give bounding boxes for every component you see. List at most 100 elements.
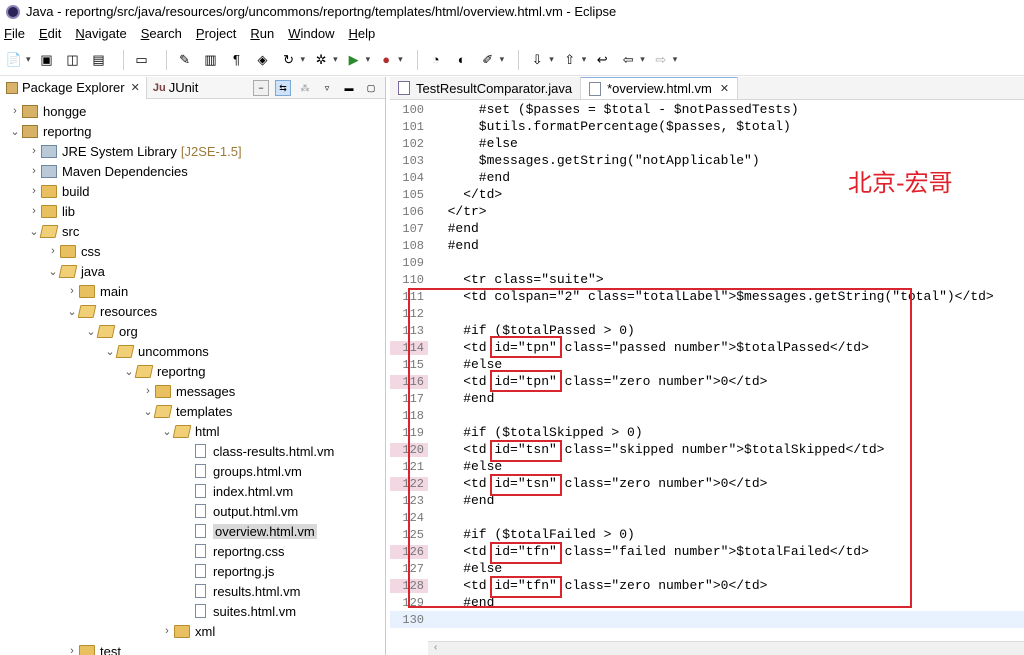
console-icon[interactable]: ▭ xyxy=(132,50,152,70)
tree-item[interactable]: output.html.vm xyxy=(0,501,385,521)
link-with-editor-icon[interactable]: ⇆ xyxy=(275,80,291,96)
tree-item[interactable]: ⌄ uncommons xyxy=(0,341,385,361)
tree-item[interactable]: ⌄ reportng xyxy=(0,361,385,381)
tree-item[interactable]: › test xyxy=(0,641,385,655)
tab-junit[interactable]: Ju JUnit xyxy=(147,77,204,99)
dropdown-icon[interactable]: ▾ xyxy=(398,54,403,65)
view-menu-icon[interactable]: ▿ xyxy=(319,80,335,96)
dropdown-icon[interactable]: ▾ xyxy=(673,54,678,65)
save-icon[interactable]: ▣ xyxy=(37,50,57,70)
dropdown-icon[interactable]: ▾ xyxy=(549,54,554,65)
dropdown-icon[interactable]: ▾ xyxy=(301,54,306,65)
tree-item[interactable]: ⌄ src xyxy=(0,221,385,241)
tree-item[interactable]: › Maven Dependencies xyxy=(0,161,385,181)
tree-item[interactable]: ⌄ org xyxy=(0,321,385,341)
print-icon[interactable]: ▤ xyxy=(89,50,109,70)
toggle-mark-icon[interactable]: ▥ xyxy=(201,50,221,70)
tree-item[interactable]: › messages xyxy=(0,381,385,401)
toggle-block-icon[interactable]: ◈ xyxy=(253,50,273,70)
refresh-icon[interactable]: ↻ xyxy=(279,50,299,70)
collapsed-icon[interactable]: › xyxy=(160,625,174,637)
run-icon[interactable]: ▶ xyxy=(344,50,364,70)
tree-item[interactable]: overview.html.vm xyxy=(0,521,385,541)
tree-item[interactable]: ⌄ html xyxy=(0,421,385,441)
collapse-all-icon[interactable]: − xyxy=(253,80,269,96)
horizontal-scrollbar[interactable]: ‹ xyxy=(428,641,1024,655)
tree-item[interactable]: › hongge xyxy=(0,101,385,121)
collapsed-icon[interactable]: › xyxy=(65,285,79,297)
prev-annotation-icon[interactable]: ⇧ xyxy=(560,50,580,70)
tab-overview-html-vm[interactable]: *overview.html.vm ✕ xyxy=(581,77,739,99)
back-icon[interactable]: ⇦ xyxy=(618,50,638,70)
minimize-icon[interactable]: ▬ xyxy=(341,80,357,96)
collapsed-icon[interactable]: › xyxy=(27,205,41,217)
expanded-icon[interactable]: ⌄ xyxy=(84,325,98,338)
last-edit-icon[interactable]: ↩ xyxy=(592,50,612,70)
tree-item[interactable]: reportng.js xyxy=(0,561,385,581)
expanded-icon[interactable]: ⌄ xyxy=(122,365,136,378)
tree-item[interactable]: › main xyxy=(0,281,385,301)
dropdown-icon[interactable]: ▾ xyxy=(366,54,371,65)
menu-run[interactable]: Run xyxy=(250,26,274,41)
expanded-icon[interactable]: ⌄ xyxy=(103,345,117,358)
tree-item[interactable]: ⌄ reportng xyxy=(0,121,385,141)
dropdown-icon[interactable]: ▾ xyxy=(582,54,587,65)
new-icon[interactable]: 📄 xyxy=(4,50,24,70)
external-tools-icon[interactable]: ● xyxy=(376,50,396,70)
tree-item[interactable]: reportng.css xyxy=(0,541,385,561)
collapsed-icon[interactable]: › xyxy=(27,185,41,197)
collapsed-icon[interactable]: › xyxy=(65,645,79,655)
open-folder-icon[interactable]: ◐ xyxy=(452,50,472,70)
tree-item[interactable]: groups.html.vm xyxy=(0,461,385,481)
dropdown-icon[interactable]: ▾ xyxy=(333,54,338,65)
filters-icon[interactable]: ⁂ xyxy=(297,80,313,96)
tab-package-explorer[interactable]: Package Explorer ✕ xyxy=(0,77,147,99)
next-annotation-icon[interactable]: ⇩ xyxy=(527,50,547,70)
paragraph-icon[interactable]: ¶ xyxy=(227,50,247,70)
expanded-icon[interactable]: ⌄ xyxy=(160,425,174,438)
tree-item[interactable]: ⌄ java xyxy=(0,261,385,281)
collapsed-icon[interactable]: › xyxy=(46,245,60,257)
dropdown-icon[interactable]: ▾ xyxy=(640,54,645,65)
debug-icon[interactable]: ✲ xyxy=(311,50,331,70)
expanded-icon[interactable]: ⌄ xyxy=(65,305,79,318)
close-icon[interactable]: ✕ xyxy=(720,82,729,95)
menu-navigate[interactable]: Navigate xyxy=(75,26,126,41)
expanded-icon[interactable]: ⌄ xyxy=(141,405,155,418)
dropdown-icon[interactable]: ▾ xyxy=(500,54,505,65)
menu-edit[interactable]: Edit xyxy=(39,26,61,41)
tree-item[interactable]: ⌄ templates xyxy=(0,401,385,421)
menu-search[interactable]: Search xyxy=(141,26,182,41)
tree-item[interactable]: › css xyxy=(0,241,385,261)
tree-item[interactable]: class-results.html.vm xyxy=(0,441,385,461)
tree-item[interactable]: › lib xyxy=(0,201,385,221)
collapsed-icon[interactable]: › xyxy=(27,145,41,157)
expanded-icon[interactable]: ⌄ xyxy=(8,125,22,138)
tree-item[interactable]: › JRE System Library [J2SE-1.5] xyxy=(0,141,385,161)
dropdown-icon[interactable]: ▾ xyxy=(26,54,31,65)
tree-item[interactable]: suites.html.vm xyxy=(0,601,385,621)
tree-item[interactable]: index.html.vm xyxy=(0,481,385,501)
search-icon[interactable]: ✐ xyxy=(478,50,498,70)
close-icon[interactable]: ✕ xyxy=(131,81,140,94)
code-text: </tr> xyxy=(432,204,487,219)
open-type-icon[interactable]: ◔ xyxy=(426,50,446,70)
collapsed-icon[interactable]: › xyxy=(141,385,155,397)
expanded-icon[interactable]: ⌄ xyxy=(46,265,60,278)
collapsed-icon[interactable]: › xyxy=(27,165,41,177)
maximize-icon[interactable]: ▢ xyxy=(363,80,379,96)
tree-item[interactable]: › xml xyxy=(0,621,385,641)
menu-file[interactable]: File xyxy=(4,26,25,41)
save-all-icon[interactable]: ◫ xyxy=(63,50,83,70)
menu-help[interactable]: Help xyxy=(348,26,375,41)
tree-item[interactable]: results.html.vm xyxy=(0,581,385,601)
menu-project[interactable]: Project xyxy=(196,26,236,41)
expanded-icon[interactable]: ⌄ xyxy=(27,225,41,238)
forward-icon[interactable]: ⇨ xyxy=(651,50,671,70)
tab-testresultcomparator[interactable]: TestResultComparator.java xyxy=(390,77,582,99)
collapsed-icon[interactable]: › xyxy=(8,105,22,117)
tree-item[interactable]: › build xyxy=(0,181,385,201)
menu-window[interactable]: Window xyxy=(288,26,334,41)
debug-skip-icon[interactable]: ✎ xyxy=(175,50,195,70)
tree-item[interactable]: ⌄ resources xyxy=(0,301,385,321)
